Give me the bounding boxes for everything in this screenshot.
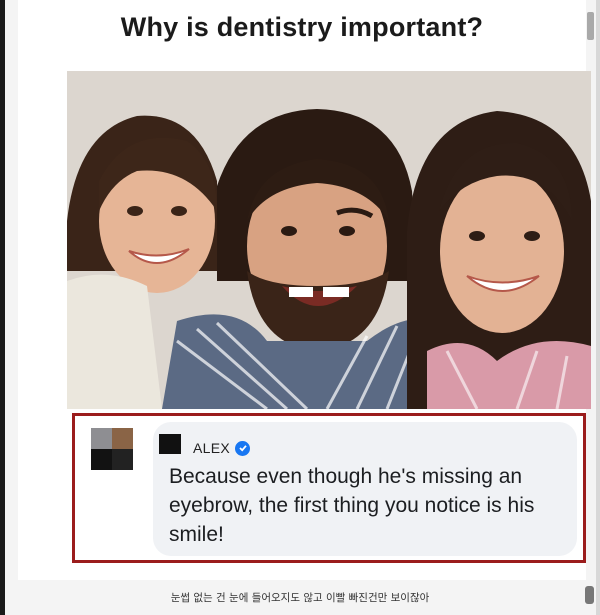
comment-bubble: ALEX Because even though he's missing an… [153,422,577,556]
commenter-header: ALEX [193,440,250,456]
blurred-avatar [91,428,133,470]
meme-title: Why is dentistry important? [120,12,484,42]
commenter-name[interactable]: ALEX [193,440,230,456]
verified-badge-icon [235,440,250,456]
korean-caption: 눈썹 없는 건 눈에 들어오지도 않고 이빨 빠진건만 보이잖아 [170,592,430,604]
highlighted-comment: ALEX Because even though he's missing an… [72,413,586,563]
family-photo [67,71,591,409]
left-edge [0,0,5,615]
commenter-avatar[interactable] [159,434,181,454]
comment-text: Because even though he's missing an eyeb… [169,465,535,546]
meme-card: Why is dentistry important? ALEX Because… [18,0,591,580]
scrollbar-thumb[interactable] [587,12,594,40]
scrollbar-track[interactable] [596,0,600,615]
